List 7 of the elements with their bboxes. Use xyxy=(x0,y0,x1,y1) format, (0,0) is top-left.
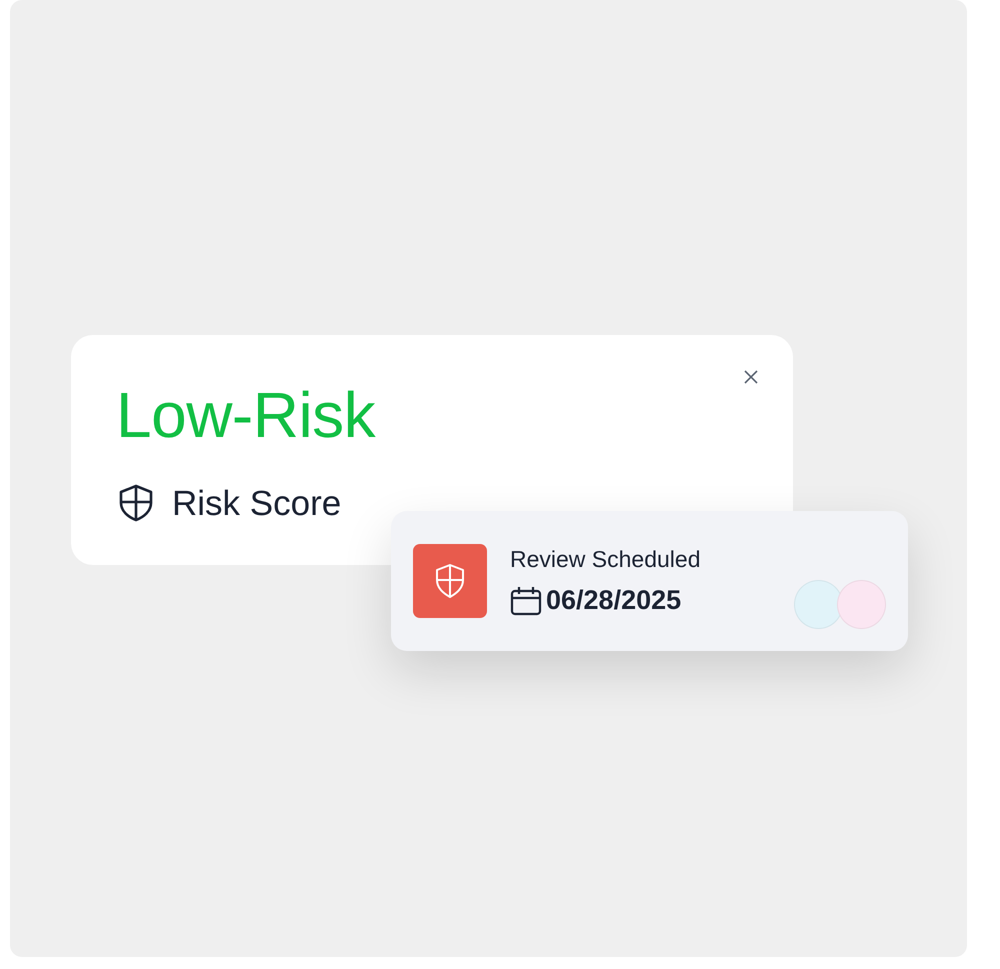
review-title: Review Scheduled xyxy=(510,546,702,573)
close-button[interactable] xyxy=(742,368,760,386)
close-icon xyxy=(743,369,759,385)
risk-level: Low-Risk xyxy=(116,383,376,447)
review-date: 06/28/2025 xyxy=(546,585,682,616)
risk-score-label: Risk Score xyxy=(172,486,342,520)
calendar-icon xyxy=(510,586,542,616)
